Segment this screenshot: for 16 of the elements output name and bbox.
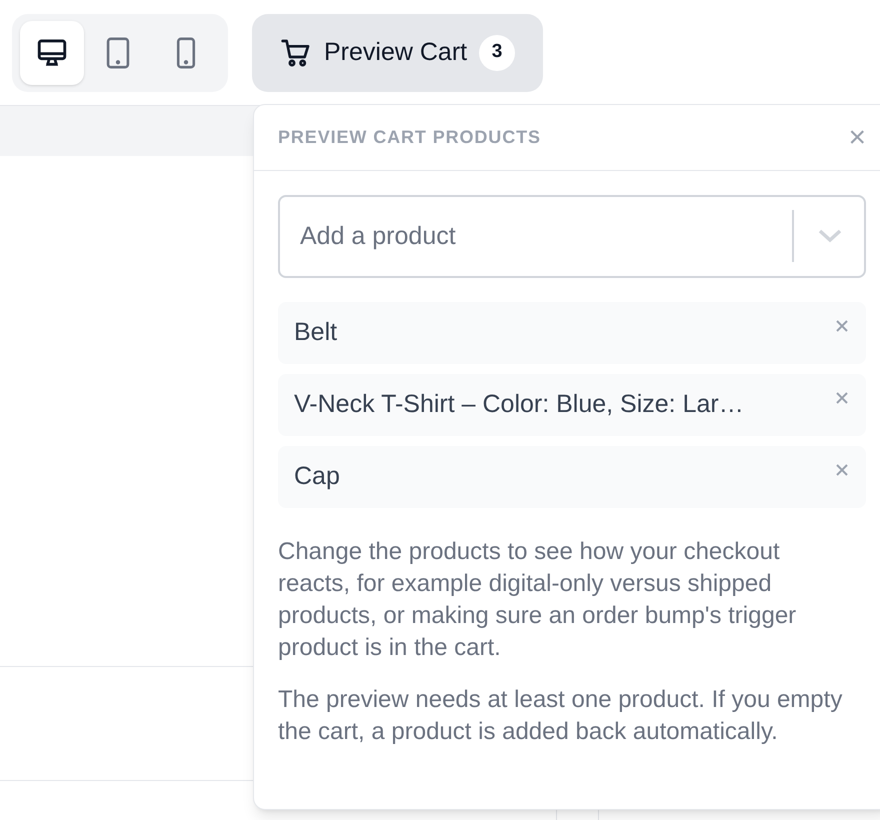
remove-icon[interactable]	[834, 462, 850, 478]
remove-icon[interactable]	[834, 318, 850, 334]
remove-icon[interactable]	[834, 390, 850, 406]
button-label: Preview Cart	[324, 36, 468, 68]
product-name: V-Neck T-Shirt – Color: Blue, Size: Lar…	[294, 389, 744, 420]
help-text: Change the products to see how your checkout reacts, for example digital-only versus shipped products, or making sure an order bump's trigger product is in the cart.	[278, 537, 798, 663]
help-text: The preview needs at least one product. If you empty the cart, a product is added back automatically.	[278, 685, 843, 747]
product-name: Belt	[294, 317, 338, 348]
preview-cart-button[interactable]: Preview Cart 3	[252, 14, 544, 92]
device-button[interactable]	[20, 20, 84, 84]
cart-icon	[280, 36, 312, 68]
count-badge: 3	[479, 34, 516, 70]
product-name: Cap	[294, 461, 340, 492]
panel-title: PREVIEW CART PRODUCTS	[278, 126, 541, 149]
chevron-down-icon	[818, 229, 842, 243]
product-select[interactable]: Add a product	[278, 195, 866, 278]
